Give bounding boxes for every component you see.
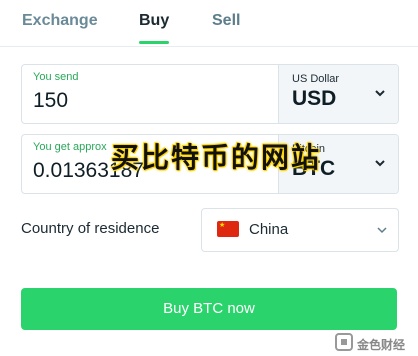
chevron-down-icon xyxy=(375,90,385,97)
tab-buy[interactable]: Buy xyxy=(139,12,169,30)
tab-exchange[interactable]: Exchange xyxy=(22,12,98,30)
china-flag-icon: ★ xyxy=(217,221,239,237)
get-amount-input[interactable]: You get approx 0.01363187 xyxy=(22,135,278,193)
country-label: Country of residence xyxy=(21,220,160,237)
send-amount-value[interactable]: 150 xyxy=(33,89,68,113)
chevron-down-icon xyxy=(375,160,385,167)
country-value: China xyxy=(249,221,289,238)
active-tab-indicator xyxy=(139,41,169,44)
get-currency-code: BTC xyxy=(292,157,336,180)
send-currency-select[interactable]: US Dollar USD xyxy=(278,65,398,123)
get-amount-label: You get approx xyxy=(33,141,107,153)
jinse-logo-icon xyxy=(335,333,353,351)
send-field: You send 150 US Dollar USD xyxy=(21,64,399,124)
get-currency-label: Bitcoin xyxy=(292,143,326,155)
get-amount-value: 0.01363187 xyxy=(33,159,144,182)
send-currency-label: US Dollar xyxy=(292,73,340,85)
tab-bar: Exchange Buy Sell xyxy=(0,0,418,47)
send-amount-label: You send xyxy=(33,71,79,83)
country-select[interactable]: ★ China xyxy=(201,208,399,252)
tab-sell[interactable]: Sell xyxy=(212,12,240,30)
send-currency-code: USD xyxy=(292,87,337,110)
buy-button[interactable]: Buy BTC now xyxy=(21,288,397,330)
logo-text: 金色财经 xyxy=(357,338,406,352)
chevron-down-icon xyxy=(377,227,387,234)
send-amount-input[interactable]: You send 150 xyxy=(22,65,278,123)
get-currency-select[interactable]: Bitcoin BTC xyxy=(278,135,398,193)
get-field: You get approx 0.01363187 Bitcoin BTC xyxy=(21,134,399,194)
